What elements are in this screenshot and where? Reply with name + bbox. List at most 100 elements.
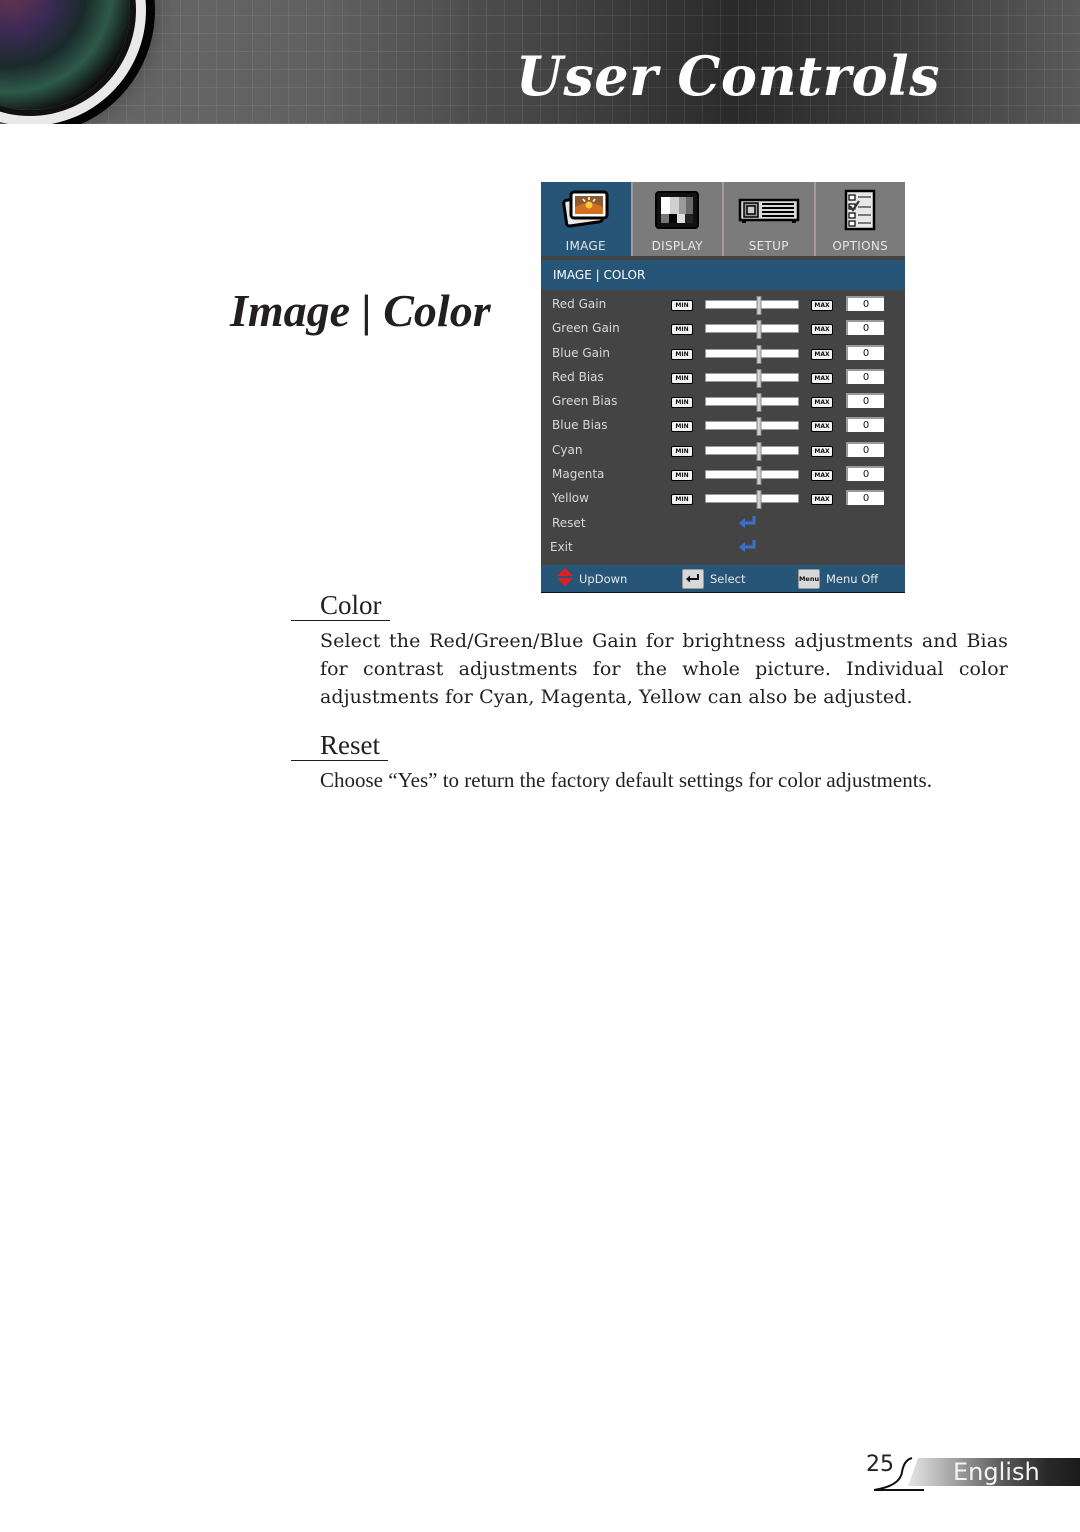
enter-icon[interactable]	[739, 515, 757, 534]
osd-tab-image[interactable]: IMAGE	[541, 182, 633, 256]
slider-track[interactable]	[705, 368, 799, 388]
hint-updown-label: UpDown	[579, 571, 628, 586]
min-icon: MIN	[671, 445, 693, 457]
osd-tab-setup[interactable]: SETUP	[724, 182, 816, 256]
osd-row-blue-gain[interactable]: Blue Gain MIN MAX 0	[541, 341, 905, 365]
slider-thumb[interactable]	[756, 466, 762, 486]
max-icon: MAX	[811, 397, 833, 409]
max-icon: MAX	[811, 324, 833, 336]
osd-row-reset[interactable]: Reset	[541, 511, 905, 535]
osd-row-label: Blue Gain	[552, 345, 610, 360]
header-title: User Controls	[515, 44, 940, 108]
osd-row-label: Magenta	[552, 467, 605, 482]
slider-thumb[interactable]	[756, 344, 762, 364]
osd-tab-label: SETUP	[748, 239, 789, 253]
display-icon	[653, 189, 701, 235]
value-field[interactable]: 0	[846, 344, 884, 360]
min-icon: MIN	[671, 421, 693, 433]
min-icon: MIN	[671, 348, 693, 360]
osd-tab-bar: IMAGE DISPLAY SETUP OPTIONS	[541, 182, 905, 256]
slider-thumb[interactable]	[756, 296, 762, 315]
slider-track[interactable]	[705, 344, 799, 364]
max-icon: MAX	[811, 300, 833, 311]
min-icon: MIN	[671, 324, 693, 336]
osd-menu: IMAGE DISPLAY SETUP OPTIONS IMAGE | COLO…	[541, 182, 905, 593]
slider-thumb[interactable]	[756, 417, 762, 437]
osd-row-label: Red Gain	[552, 297, 607, 311]
value-field[interactable]: 0	[846, 466, 884, 482]
osd-row-label: Red Bias	[552, 369, 604, 384]
hint-menu-off: Menu Menu Off	[798, 565, 878, 592]
slider-thumb[interactable]	[756, 490, 762, 510]
page-header: User Controls	[0, 0, 1080, 124]
slider-track[interactable]	[705, 417, 799, 437]
osd-footer-hints: UpDown Select Menu Menu Off	[541, 565, 905, 593]
max-icon: MAX	[811, 348, 833, 360]
value-field[interactable]: 0	[846, 490, 884, 506]
slider-thumb[interactable]	[756, 320, 762, 340]
slider-track[interactable]	[705, 296, 799, 315]
projector-icon	[738, 198, 800, 228]
enter-key-icon	[682, 568, 704, 589]
value-field[interactable]: 0	[846, 441, 884, 457]
language-tab: English	[874, 1456, 1080, 1492]
slider-track[interactable]	[705, 320, 799, 340]
min-icon: MIN	[671, 397, 693, 409]
osd-tab-label: IMAGE	[565, 239, 606, 253]
enter-icon[interactable]	[739, 539, 757, 558]
slider-track[interactable]	[705, 490, 799, 510]
max-icon: MAX	[811, 445, 833, 457]
max-icon: MAX	[811, 494, 833, 506]
language-label: English	[953, 1458, 1040, 1486]
osd-tab-label: DISPLAY	[651, 239, 703, 253]
osd-row-magenta[interactable]: Magenta MIN MAX 0	[541, 462, 905, 486]
max-icon: MAX	[811, 372, 833, 384]
value-field[interactable]: 0	[846, 393, 884, 409]
osd-row-green-bias[interactable]: Green Bias MIN MAX 0	[541, 389, 905, 413]
reset-description: Choose “Yes” to return the factory defau…	[320, 768, 932, 792]
color-description: Select the Red/Green/Blue Gain for brigh…	[320, 630, 1008, 708]
reset-heading: Reset	[291, 730, 388, 761]
max-icon: MAX	[811, 470, 833, 482]
min-icon: MIN	[671, 372, 693, 384]
slider-thumb[interactable]	[756, 441, 762, 461]
checklist-icon	[844, 189, 876, 235]
slider-thumb[interactable]	[756, 368, 762, 388]
max-icon: MAX	[811, 421, 833, 433]
osd-row-blue-bias[interactable]: Blue Bias MIN MAX 0	[541, 413, 905, 437]
value-field[interactable]: 0	[846, 417, 884, 433]
osd-row-label: Green Gain	[552, 321, 620, 336]
osd-row-yellow[interactable]: Yellow MIN MAX 0	[541, 486, 905, 510]
min-icon: MIN	[671, 300, 693, 311]
osd-tab-label: OPTIONS	[832, 239, 889, 253]
osd-settings-list: Red Gain MIN MAX 0 Green Gain MIN MAX 0 Blue Gai…	[541, 290, 905, 559]
osd-row-cyan[interactable]: Cyan MIN MAX 0	[541, 438, 905, 462]
slider-track[interactable]	[705, 393, 799, 413]
hint-updown: UpDown	[557, 565, 627, 592]
value-field[interactable]: 0	[846, 368, 884, 384]
slider-track[interactable]	[705, 466, 799, 486]
osd-row-label: Reset	[552, 515, 586, 530]
osd-row-exit[interactable]: Exit	[541, 535, 905, 559]
color-heading: Color	[291, 590, 390, 621]
min-icon: MIN	[671, 470, 693, 482]
osd-row-green-gain[interactable]: Green Gain MIN MAX 0	[541, 316, 905, 340]
slider-thumb[interactable]	[756, 393, 762, 413]
hint-menu-off-label: Menu Off	[826, 571, 879, 586]
osd-breadcrumb: IMAGE | COLOR	[541, 260, 905, 290]
section-title: Image | Color	[230, 285, 491, 336]
image-icon	[562, 189, 610, 235]
hint-select-label: Select	[710, 571, 746, 586]
osd-row-red-bias[interactable]: Red Bias MIN MAX 0	[541, 365, 905, 389]
value-field[interactable]: 0	[846, 296, 884, 311]
osd-row-label: Cyan	[552, 442, 583, 457]
menu-key-icon: Menu	[798, 568, 820, 589]
min-icon: MIN	[671, 494, 693, 506]
osd-tab-options[interactable]: OPTIONS	[816, 182, 906, 256]
value-field[interactable]: 0	[846, 320, 884, 336]
osd-row-label: Green Bias	[552, 394, 618, 409]
slider-track[interactable]	[705, 441, 799, 461]
osd-row-red-gain[interactable]: Red Gain MIN MAX 0	[541, 292, 905, 316]
osd-tab-display[interactable]: DISPLAY	[633, 182, 724, 256]
osd-row-label: Yellow	[552, 491, 589, 506]
